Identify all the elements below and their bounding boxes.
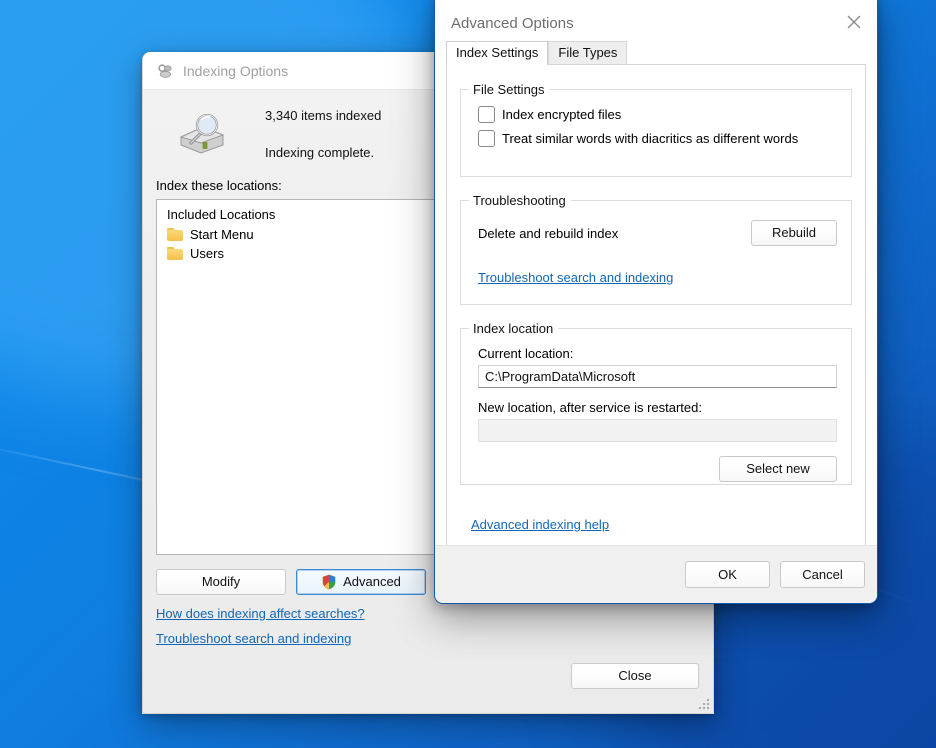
new-location-label: New location, after service is restarted… bbox=[461, 388, 851, 415]
close-icon[interactable] bbox=[831, 0, 877, 41]
rebuild-row: Delete and rebuild index Rebuild bbox=[461, 208, 851, 246]
resize-grip[interactable] bbox=[697, 697, 711, 711]
rebuild-description: Delete and rebuild index bbox=[478, 226, 618, 241]
index-settings-tabpage: File Settings Index encrypted files Trea… bbox=[446, 64, 866, 547]
troubleshoot-search-and-indexing-link[interactable]: Troubleshoot search and indexing bbox=[156, 631, 713, 646]
index-location-legend: Index location bbox=[469, 321, 558, 336]
close-button[interactable]: Close bbox=[571, 663, 699, 689]
how-does-indexing-affect-searches-link[interactable]: How does indexing affect searches? bbox=[156, 606, 713, 621]
advanced-options-titlebar[interactable]: Advanced Options bbox=[435, 0, 877, 41]
advanced-indexing-help-link[interactable]: Advanced indexing help bbox=[471, 517, 609, 532]
rebuild-button[interactable]: Rebuild bbox=[751, 220, 837, 246]
cancel-button[interactable]: Cancel bbox=[780, 561, 865, 588]
current-location-label: Current location: bbox=[461, 336, 851, 361]
folder-icon bbox=[167, 247, 183, 260]
advanced-button-label: Advanced bbox=[343, 570, 401, 594]
treat-diacritics-checkbox[interactable] bbox=[478, 130, 495, 147]
desktop-background: Indexing Options bbox=[0, 0, 936, 748]
index-encrypted-files-label: Index encrypted files bbox=[502, 107, 621, 122]
list-item-label: Users bbox=[190, 246, 224, 261]
troubleshooting-link-wrap: Troubleshoot search and indexing bbox=[461, 246, 851, 285]
advanced-options-tabstrip: Index Settings File Types bbox=[435, 41, 877, 64]
troubleshooting-legend: Troubleshooting bbox=[469, 193, 571, 208]
items-indexed-text: 3,340 items indexed bbox=[265, 108, 381, 123]
advanced-options-title: Advanced Options bbox=[451, 5, 574, 32]
new-location-field[interactable] bbox=[478, 419, 837, 442]
advanced-help-wrap: Advanced indexing help bbox=[471, 517, 609, 532]
advanced-options-footer: OK Cancel bbox=[435, 545, 877, 603]
uac-shield-icon bbox=[321, 574, 337, 590]
index-encrypted-files-checkbox[interactable] bbox=[478, 106, 495, 123]
indexing-status-text: Indexing complete. bbox=[265, 145, 381, 160]
indexing-options-icon bbox=[156, 62, 174, 80]
file-settings-legend: File Settings bbox=[469, 82, 550, 97]
treat-diacritics-row[interactable]: Treat similar words with diacritics as d… bbox=[461, 130, 851, 147]
indexing-status-texts: 3,340 items indexed Indexing complete. bbox=[265, 106, 381, 160]
folder-icon bbox=[167, 228, 183, 241]
advanced-options-dialog[interactable]: Advanced Options Index Settings File Typ… bbox=[434, 0, 878, 604]
close-button-row: Close bbox=[571, 663, 699, 689]
troubleshoot-search-and-indexing-link[interactable]: Troubleshoot search and indexing bbox=[478, 270, 673, 285]
modify-button[interactable]: Modify bbox=[156, 569, 286, 595]
magnifier-drive-icon bbox=[173, 107, 229, 159]
index-encrypted-files-row[interactable]: Index encrypted files bbox=[461, 106, 851, 123]
select-new-row: Select new bbox=[461, 442, 851, 482]
index-location-group: Index location Current location: C:\Prog… bbox=[460, 321, 852, 485]
list-item-label: Start Menu bbox=[190, 227, 254, 242]
select-new-button[interactable]: Select new bbox=[719, 456, 837, 482]
file-settings-group: File Settings Index encrypted files Trea… bbox=[460, 82, 852, 177]
advanced-button[interactable]: Advanced bbox=[296, 569, 426, 595]
treat-diacritics-label: Treat similar words with diacritics as d… bbox=[502, 131, 798, 146]
indexing-options-title: Indexing Options bbox=[183, 63, 288, 79]
ok-button[interactable]: OK bbox=[685, 561, 770, 588]
current-location-field[interactable]: C:\ProgramData\Microsoft bbox=[478, 365, 837, 388]
tab-index-settings[interactable]: Index Settings bbox=[446, 41, 548, 65]
troubleshooting-group: Troubleshooting Delete and rebuild index… bbox=[460, 193, 852, 305]
tab-file-types[interactable]: File Types bbox=[548, 41, 627, 64]
